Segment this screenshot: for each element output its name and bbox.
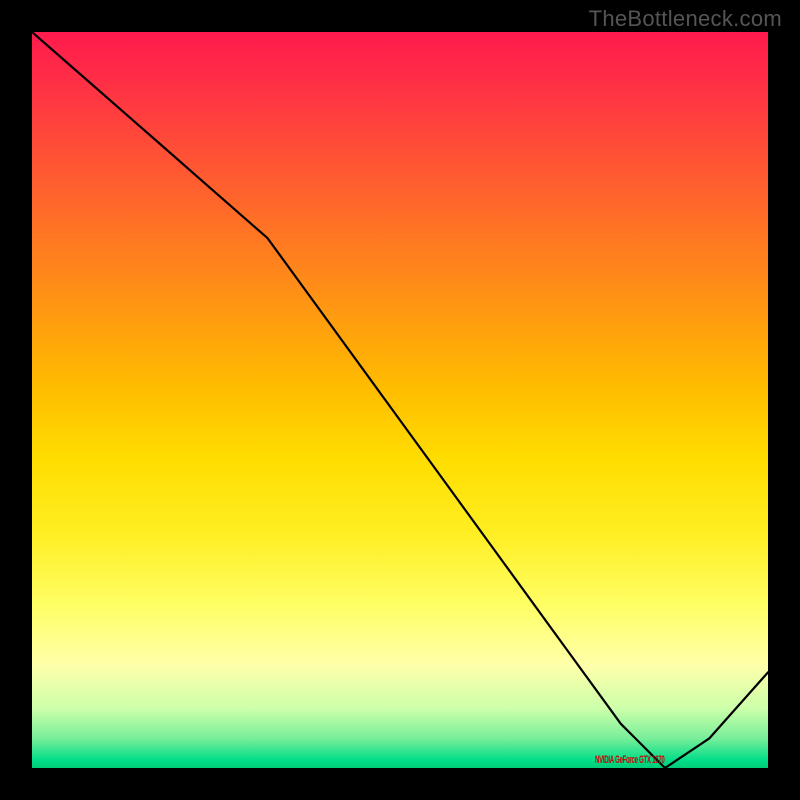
watermark-text: TheBottleneck.com [589, 6, 782, 32]
chart-plot-area: NVIDIA GeForce GTX 1070 [32, 32, 768, 768]
minimum-point-label: NVIDIA GeForce GTX 1070 [595, 754, 664, 766]
chart-line [32, 32, 768, 768]
